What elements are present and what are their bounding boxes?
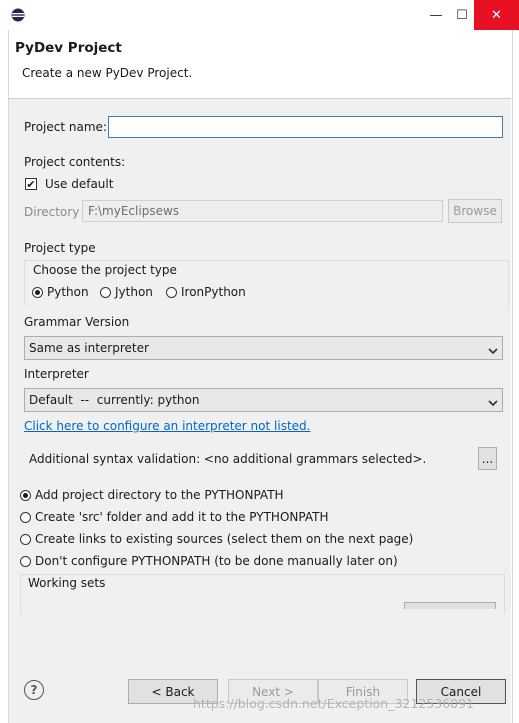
project-name-label: Project name: [24, 120, 107, 134]
watermark: https://blog.csdn.net/Exception_32125360… [193, 696, 475, 711]
pythonpath-links-label: Create links to existing sources (select… [35, 532, 414, 546]
title-bar: — ☐ ✕ [0, 0, 519, 30]
directory-input: F:\myEclipsews [82, 200, 443, 222]
interpreter-select[interactable]: Default -- currently: python [24, 388, 503, 412]
syntax-validation-label: Additional syntax validation: <no additi… [29, 452, 427, 466]
close-button[interactable]: ✕ [474, 0, 519, 30]
type-ironpython-radio[interactable] [166, 287, 177, 298]
pythonpath-add-project-radio[interactable] [20, 490, 31, 501]
grammar-version-label: Grammar Version [24, 315, 130, 329]
chevron-down-icon [488, 344, 498, 355]
working-sets-label: Working sets [28, 576, 106, 590]
working-sets-partial-button[interactable] [404, 602, 496, 609]
help-icon[interactable]: ? [24, 680, 44, 700]
directory-label: Directory [24, 205, 80, 219]
type-jython-label: Jython [115, 285, 153, 299]
type-python-radio[interactable] [32, 287, 43, 298]
window-frame-left [0, 30, 9, 723]
pythonpath-src-folder-label: Create 'src' folder and add it to the PY… [35, 510, 329, 524]
wizard-content: Project name: Project contents: ✔ Use de… [9, 99, 511, 659]
type-ironpython-label: IronPython [181, 285, 246, 299]
grammar-version-value: Same as interpreter [29, 341, 149, 355]
grammar-version-select[interactable]: Same as interpreter [24, 336, 503, 360]
interpreter-label: Interpreter [24, 367, 89, 381]
pythonpath-src-folder-radio[interactable] [20, 512, 31, 523]
project-name-input[interactable] [108, 116, 503, 138]
pythonpath-none-radio[interactable] [20, 556, 31, 567]
use-default-checkbox[interactable]: ✔ [25, 178, 37, 190]
configure-interpreter-link[interactable]: Click here to configure an interpreter n… [24, 419, 310, 433]
project-contents-label: Project contents: [24, 155, 126, 169]
browse-button[interactable]: Browse [448, 199, 502, 223]
minimize-button[interactable]: — [422, 0, 450, 30]
window-frame-right [512, 30, 519, 723]
pythonpath-add-project-label: Add project directory to the PYTHONPATH [35, 488, 284, 502]
type-python-label: Python [47, 285, 89, 299]
use-default-label: Use default [45, 177, 114, 191]
maximize-button[interactable]: ☐ [450, 0, 474, 30]
project-type-label: Project type [24, 241, 96, 255]
wizard-title: PyDev Project [15, 40, 122, 56]
wizard-footer: ? < Back Next > Finish Cancel [9, 659, 511, 723]
syntax-validation-button[interactable]: ... [478, 447, 497, 470]
wizard-subtitle: Create a new PyDev Project. [22, 66, 193, 80]
type-jython-radio[interactable] [100, 287, 111, 298]
eclipse-logo-icon [11, 8, 25, 22]
interpreter-value: Default -- currently: python [29, 393, 200, 407]
choose-type-label: Choose the project type [33, 263, 177, 277]
pythonpath-none-label: Don't configure PYTHONPATH (to be done m… [35, 554, 398, 568]
chevron-down-icon [488, 396, 498, 407]
pythonpath-links-radio[interactable] [20, 534, 31, 545]
wizard-header: PyDev Project Create a new PyDev Project… [9, 30, 511, 99]
